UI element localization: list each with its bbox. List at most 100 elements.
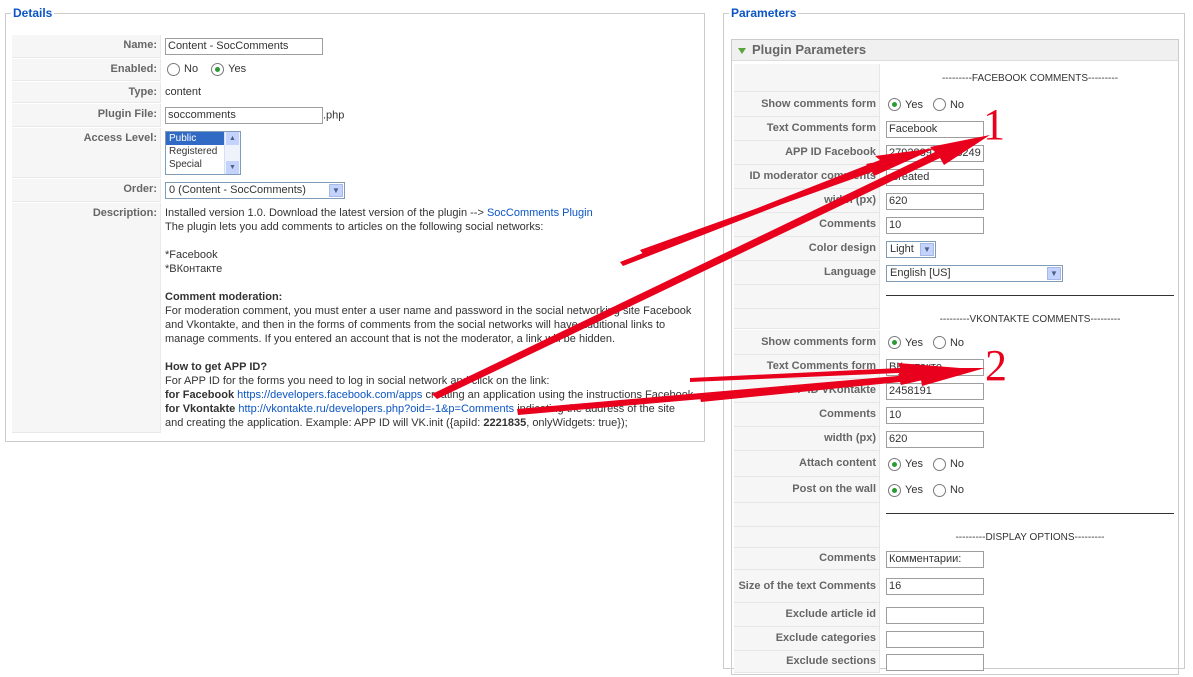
vk-comments-input[interactable]: 10 (886, 406, 984, 424)
vk-show-yes-radio[interactable] (888, 336, 901, 349)
chevron-down-icon[interactable]: ▼ (1047, 266, 1061, 280)
vk-appid-input[interactable]: 2458191 (886, 382, 984, 400)
fb-after: creating an application using the instru… (422, 389, 694, 401)
annotation-number-2: 2 (985, 341, 1007, 390)
plugin-file-input[interactable]: soccomments (165, 107, 323, 124)
details-fieldset: Details Name: Content - SocComments Enab… (5, 6, 705, 442)
vkontakte-developers-link[interactable]: http://vkontakte.ru/developers.php?oid=-… (238, 403, 514, 415)
name-input[interactable]: Content - SocComments (165, 38, 323, 55)
divider (886, 513, 1174, 514)
fb-show-yes-radio[interactable] (888, 98, 901, 111)
expand-triangle-icon (738, 47, 746, 54)
plugin-file-label: Plugin File: (12, 104, 161, 127)
desc-net-facebook: *Facebook (165, 249, 218, 261)
vk-width-label: width (px) (734, 427, 880, 451)
plugin-parameters-toggle[interactable]: Plugin Parameters (732, 40, 1178, 61)
vk-attach-no-radio[interactable] (932, 457, 946, 471)
enabled-no-radio[interactable] (167, 62, 180, 76)
appid-text: For APP ID for the forms you need to log… (165, 375, 550, 387)
type-value: content (165, 86, 202, 98)
order-select[interactable]: 0 (Content - SocComments) ▼ (165, 182, 345, 199)
scroll-up-icon[interactable]: ▲ (226, 132, 239, 145)
access-option-special[interactable]: Special (166, 158, 226, 171)
annotation-number-1: 1 (983, 100, 1005, 149)
exclude-sections-input[interactable] (886, 653, 984, 671)
display-size-label: Size of the text Comments (734, 570, 880, 603)
name-label: Name: (12, 35, 161, 58)
fb-show-no-radio[interactable] (932, 98, 946, 111)
divider (886, 295, 1174, 296)
scroll-down-icon[interactable]: ▼ (226, 161, 239, 174)
plugin-parameters-panel: Plugin Parameters ---------FACEBOOK COMM… (731, 39, 1179, 675)
exclude-article-label: Exclude article id (734, 603, 880, 627)
fb-label: for Facebook (165, 389, 235, 401)
enabled-yes-label: Yes (228, 63, 247, 76)
access-level-listbox[interactable]: Public Registered Special ▲ ▼ (165, 131, 241, 175)
fb-show-yes-label: Yes (905, 98, 923, 111)
last-bold: 2221835 (483, 417, 527, 429)
access-scrollbar[interactable]: ▲ ▼ (224, 132, 240, 174)
vk-show-yes-label: Yes (905, 336, 923, 349)
vk-attach-no-label: No (949, 458, 965, 470)
vk-attach-label: Attach content (734, 451, 880, 477)
description-text: Installed version 1.0. Download the late… (162, 203, 698, 433)
access-option-registered[interactable]: Registered (166, 145, 226, 158)
vk-wall-no-label: No (949, 484, 965, 496)
appid-heading: How to get APP ID? (165, 361, 268, 373)
order-select-value: 0 (Content - SocComments) (169, 184, 306, 196)
facebook-apps-link[interactable]: https://developers.facebook.com/apps (237, 389, 422, 401)
chevron-down-icon[interactable]: ▼ (329, 184, 343, 197)
vk-wall-no-radio[interactable] (932, 483, 946, 497)
fb-comments-label: Comments (734, 213, 880, 237)
details-legend: Details (13, 6, 53, 20)
fb-color-select[interactable]: Light ▼ (886, 240, 936, 258)
exclude-article-input[interactable] (886, 606, 984, 624)
fb-moderator-label: ID moderator comments (734, 165, 880, 189)
soccomments-plugin-link[interactable]: SocComments Plugin (487, 207, 593, 219)
vk-comments-label: Comments (734, 403, 880, 427)
order-label: Order: (12, 179, 161, 202)
display-size-input[interactable]: 16 (886, 578, 984, 595)
display-comments-input[interactable]: Комментарии: (886, 550, 984, 568)
desc-line2: The plugin lets you add comments to arti… (165, 221, 544, 233)
facebook-section-header: ---------FACEBOOK COMMENTS--------- (941, 72, 1119, 84)
fb-language-select[interactable]: English [US] ▼ (886, 264, 1063, 282)
display-comments-label: Comments (734, 548, 880, 570)
chevron-down-icon[interactable]: ▼ (920, 242, 934, 256)
fb-moderator-input[interactable]: rcreated (886, 168, 984, 186)
enabled-yes-radio[interactable] (211, 62, 225, 76)
fb-width-label: width (px) (734, 189, 880, 213)
moderation-heading: Comment moderation: (165, 291, 283, 303)
vk-appid-label: APP ID VKontakte (734, 379, 880, 403)
fb-text-input[interactable]: Facebook (886, 120, 984, 138)
enabled-radios: No Yes (162, 59, 698, 81)
display-section-header: ---------DISPLAY OPTIONS--------- (955, 532, 1105, 543)
moderation-text: For moderation comment, you must enter a… (165, 305, 692, 345)
description-label: Description: (12, 203, 161, 433)
enabled-no-label: No (184, 63, 199, 76)
parameters-legend: Parameters (731, 6, 797, 20)
vk-show-no-radio[interactable] (932, 336, 946, 349)
fb-comments-input[interactable]: 10 (886, 216, 984, 234)
type-label: Type: (12, 82, 161, 103)
vk-label: for Vkontakte (165, 403, 236, 415)
exclude-categories-label: Exclude categories (734, 627, 880, 651)
desc-net-vk: *ВКонтакте (165, 263, 223, 275)
access-option-public[interactable]: Public (166, 132, 226, 145)
fb-color-value: Light (890, 242, 914, 255)
vk-text-input[interactable]: ВКонтакте (886, 358, 984, 376)
access-level-label: Access Level: (12, 128, 161, 178)
fb-text-label: Text Comments form (734, 117, 880, 141)
fb-color-label: Color design (734, 237, 880, 261)
enabled-label: Enabled: (12, 59, 161, 81)
exclude-sections-label: Exclude sections (734, 651, 880, 673)
fb-appid-input[interactable]: 279288925418249 (886, 144, 984, 162)
vk-wall-yes-radio[interactable] (888, 483, 901, 497)
exclude-categories-input[interactable] (886, 630, 984, 648)
fb-language-label: Language (734, 261, 880, 285)
fb-appid-label: APP ID Facebook (734, 141, 880, 165)
last-post: , onlyWidgets: true}); (526, 417, 628, 429)
fb-width-input[interactable]: 620 (886, 192, 984, 210)
vk-width-input[interactable]: 620 (886, 430, 984, 448)
vk-attach-yes-radio[interactable] (888, 457, 901, 471)
